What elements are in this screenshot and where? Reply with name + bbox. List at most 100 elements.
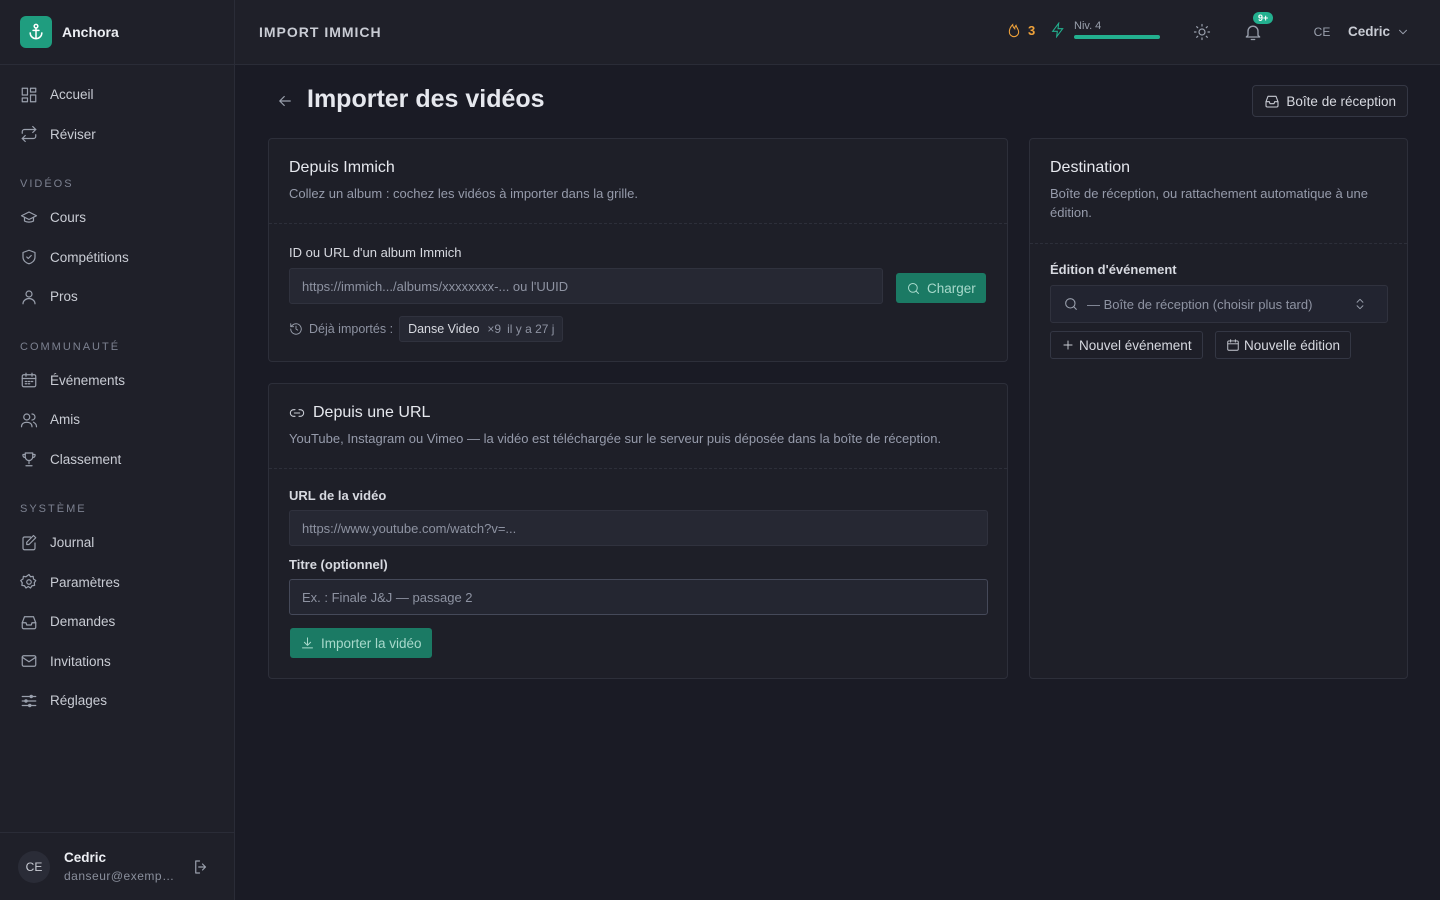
album-field-label: ID ou URL d'un album Immich xyxy=(289,245,462,260)
chevron-updown-icon xyxy=(1356,298,1364,310)
sliders-icon xyxy=(21,694,37,707)
logout-icon[interactable] xyxy=(192,858,210,876)
sidebar-item-label: Classement xyxy=(50,451,122,467)
sidebar-item-evenements[interactable]: Événements xyxy=(0,361,234,401)
sun-icon[interactable] xyxy=(1193,23,1211,41)
section-heading-community: COMMUNAUTÉ xyxy=(20,340,121,353)
page-section-title: IMPORT IMMICH xyxy=(259,24,382,40)
download-icon xyxy=(302,636,313,648)
user-icon xyxy=(22,290,36,305)
streak-count: 3 xyxy=(1028,22,1036,38)
user-name: Cedric xyxy=(64,850,107,865)
notification-badge: 9+ xyxy=(1253,12,1274,24)
divider xyxy=(269,468,1007,469)
video-title-label: Titre (optionnel) xyxy=(289,557,388,572)
sidebar-nav: Accueil Réviser VIDÉOS Cours Compétition… xyxy=(0,65,234,721)
edition-select-value: — Boîte de réception (choisir plus tard) xyxy=(1087,296,1313,312)
chevron-down-icon xyxy=(1399,29,1407,34)
topbar: IMPORT IMMICH 3 Niv. 4 9+ CE Cedric xyxy=(235,0,1440,65)
sidebar-item-label: Événements xyxy=(50,372,126,388)
sidebar-item-label: Paramètres xyxy=(50,574,120,590)
card-title: Depuis une URL xyxy=(313,404,431,421)
chip-album-name: Danse Video xyxy=(408,322,480,336)
new-edition-label: Nouvelle édition xyxy=(1244,337,1341,353)
level-progress-bar xyxy=(1074,35,1160,39)
avatar[interactable]: CE xyxy=(18,850,50,883)
load-button-label: Charger xyxy=(927,280,976,296)
user-menu[interactable]: Cedric xyxy=(1348,24,1410,39)
card-subtitle: Boîte de réception, ou rattachement auto… xyxy=(1050,186,1368,220)
sidebar-item-journal[interactable]: Journal xyxy=(0,523,234,563)
link-icon xyxy=(289,409,305,417)
dashboard-icon xyxy=(21,87,37,103)
video-url-input[interactable]: https://www.youtube.com/watch?v=... xyxy=(289,510,988,546)
user-menu-name: Cedric xyxy=(1348,24,1391,39)
inbox-button-label: Boîte de réception xyxy=(1286,93,1396,109)
sidebar-item-label: Pros xyxy=(50,289,78,305)
sidebar-item-label: Cours xyxy=(50,210,87,226)
arrow-left-icon[interactable] xyxy=(276,92,294,110)
user-meta: Cedric danseur@exempl... xyxy=(64,850,176,883)
new-event-label: Nouvel événement xyxy=(1079,337,1192,353)
sidebar-item-demandes[interactable]: Demandes xyxy=(0,602,234,642)
immich-import-card: Depuis Immich Collez un album : cochez l… xyxy=(268,138,1008,362)
section-heading-system: SYSTÈME xyxy=(20,503,87,515)
app-name: Anchora xyxy=(62,24,119,40)
load-button[interactable]: Charger xyxy=(896,273,986,303)
lightning-icon xyxy=(1051,21,1064,38)
sidebar-item-classement[interactable]: Classement xyxy=(0,440,234,480)
journal-icon xyxy=(22,534,37,551)
new-event-button[interactable]: Nouvel événement xyxy=(1050,331,1203,359)
sidebar-item-reviser[interactable]: Réviser xyxy=(0,115,234,155)
page-header: Importer des vidéos Boîte de réception xyxy=(268,85,1408,117)
sidebar-item-parametres[interactable]: Paramètres xyxy=(0,563,234,603)
inbox-icon xyxy=(1265,95,1279,108)
sidebar-item-label: Journal xyxy=(50,535,95,551)
level-indicator[interactable]: Niv. 4 xyxy=(1050,20,1160,39)
edition-label: Édition d'événement xyxy=(1050,262,1177,277)
card-subtitle: Collez un album : cochez les vidéos à im… xyxy=(289,186,639,201)
sidebar-item-pros[interactable]: Pros xyxy=(0,277,234,317)
sidebar-item-reglages[interactable]: Réglages xyxy=(0,681,234,721)
page-title: Importer des vidéos xyxy=(307,85,545,113)
anchor-icon xyxy=(20,16,52,48)
search-icon xyxy=(908,282,919,294)
video-url-label: URL de la vidéo xyxy=(289,488,387,503)
sidebar-item-amis[interactable]: Amis xyxy=(0,400,234,440)
sidebar-item-label: Accueil xyxy=(50,87,94,103)
gear-icon xyxy=(20,574,37,589)
edition-select[interactable]: — Boîte de réception (choisir plus tard) xyxy=(1050,285,1388,323)
brand[interactable]: Anchora xyxy=(0,0,234,65)
level-label: Niv. 4 xyxy=(1074,20,1102,32)
users-icon xyxy=(20,413,38,428)
video-title-input[interactable]: Ex. : Finale J&J — passage 2 xyxy=(289,579,988,615)
graduation-cap-icon xyxy=(20,211,38,223)
chip-age: il y a 27 j xyxy=(507,322,555,336)
album-id-input[interactable]: https://immich.../albums/xxxxxxxx-... ou… xyxy=(289,268,883,304)
import-video-button[interactable]: Importer la vidéo xyxy=(290,628,432,658)
inbox-button[interactable]: Boîte de réception xyxy=(1252,85,1408,117)
inbox-icon xyxy=(21,615,37,630)
streak-counter[interactable]: 3 xyxy=(1006,22,1035,38)
sidebar-item-label: Amis xyxy=(50,412,80,428)
import-video-label: Importer la vidéo xyxy=(321,635,422,651)
sidebar-item-cours[interactable]: Cours xyxy=(0,198,234,238)
chip-count: ×9 xyxy=(487,322,502,336)
bell-icon[interactable] xyxy=(1243,22,1263,42)
flame-icon xyxy=(1008,23,1020,38)
divider xyxy=(1030,243,1407,244)
imported-album-chip[interactable]: Danse Video ×9 il y a 27 j xyxy=(399,316,564,342)
card-title: Depuis Immich xyxy=(289,159,395,176)
sidebar-item-label: Invitations xyxy=(50,653,111,669)
medal-icon xyxy=(22,249,36,265)
new-edition-button[interactable]: Nouvelle édition xyxy=(1215,331,1352,359)
history-icon xyxy=(290,323,302,335)
card-subtitle: YouTube, Instagram ou Vimeo — la vidéo e… xyxy=(289,431,942,446)
sidebar-item-accueil[interactable]: Accueil xyxy=(0,75,234,115)
sidebar-item-competitions[interactable]: Compétitions xyxy=(0,238,234,278)
card-title: Destination xyxy=(1050,159,1131,176)
sidebar-item-invitations[interactable]: Invitations xyxy=(0,642,234,682)
already-imported-label: Déjà importés : xyxy=(309,322,394,336)
avatar[interactable]: CE xyxy=(1308,20,1336,44)
search-icon xyxy=(1065,298,1077,310)
